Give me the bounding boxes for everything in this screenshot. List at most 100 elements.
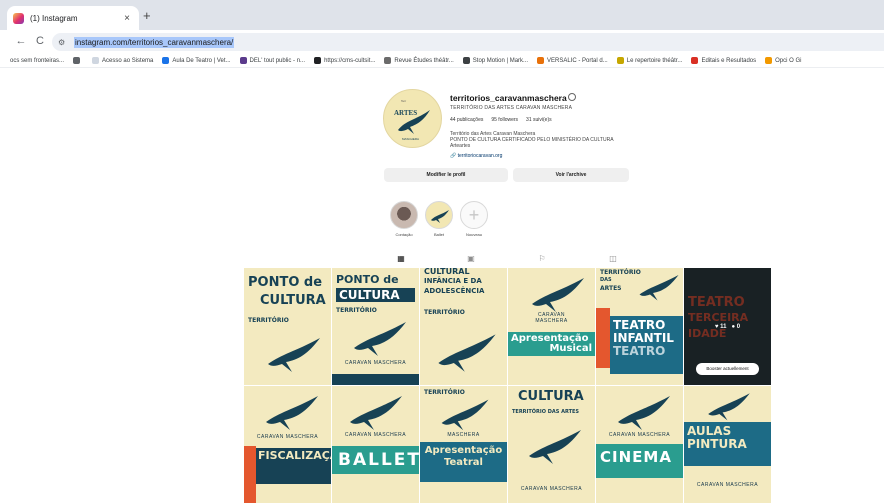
bookmark-item[interactable]: [73, 57, 83, 64]
bookmark-item[interactable]: Editais e Resultados: [691, 57, 756, 64]
reels-icon[interactable]: ▣: [466, 254, 476, 264]
posts-grid: PONTO de CULTURA TERRITÓRIO PONTO de CUL…: [244, 268, 771, 503]
post-tile-hovered[interactable]: TEATRO TERCEIRA IDADE ♥ 11 ● 0 Booster a…: [684, 268, 771, 385]
edit-profile-button[interactable]: Modifier le profil: [384, 168, 508, 182]
highlight-cover: [390, 201, 418, 229]
post-text: CULTURA: [336, 288, 415, 302]
close-tab-icon[interactable]: ×: [121, 13, 133, 24]
apps-grid-icon: [73, 57, 81, 64]
instagram-icon: [13, 12, 24, 24]
post-tile[interactable]: TERRITÓRIO DAS ARTES TEATRO INFANTIL TEA…: [596, 268, 683, 385]
post-tile[interactable]: CARAVAN MASCHERA CINEMA: [596, 386, 683, 503]
bookmark-favicon-icon: [384, 57, 392, 64]
browser-tab-instagram[interactable]: (1) Instagram ×: [7, 6, 139, 30]
profile-avatar[interactable]: Terr ARTES MASCHERA: [383, 89, 442, 148]
post-bar-text: TEATRO: [613, 344, 666, 358]
bookmark-label: https://cms-cultsit...: [324, 57, 376, 64]
post-bar: FISCALIZAÇÃO: [256, 448, 331, 484]
bookmarks-bar: ocs sem fronteiras... Acesso ao Sistema Au…: [0, 54, 884, 68]
post-text: CULTURA: [260, 293, 326, 308]
post-caption: MASCHERA: [535, 318, 568, 324]
tagged-icon[interactable]: ◫: [608, 254, 618, 264]
post-text: ADOLESCÊNCIA: [424, 287, 485, 295]
bird-icon: [350, 396, 402, 430]
bookmark-item[interactable]: VERSALIC - Portal d...: [537, 57, 608, 64]
posts-grid-icon[interactable]: ▦: [396, 254, 406, 264]
post-text: PONTO de: [248, 275, 323, 290]
bookmark-item[interactable]: Revue Études théâtr...: [384, 57, 454, 64]
post-tile[interactable]: TERRITÓRIO MASCHERA Apresentação Teatral: [420, 386, 507, 503]
bookmark-item[interactable]: Opci O Gi: [765, 57, 801, 64]
bird-icon: [266, 396, 318, 430]
bird-icon: [431, 210, 449, 223]
followers-count[interactable]: 95 followers: [491, 117, 518, 123]
view-archive-button[interactable]: Voir l'archive: [513, 168, 629, 182]
post-bar: TEATRO INFANTIL TEATRO: [610, 316, 683, 374]
highlight-label: Nouveau: [465, 232, 482, 237]
highlight-new[interactable]: + Nouveau: [459, 201, 489, 237]
highlight-ballet[interactable]: Ballet: [424, 201, 454, 237]
back-arrow-icon[interactable]: ←: [14, 35, 28, 47]
posts-count[interactable]: 44 publicações: [450, 117, 483, 123]
bookmark-item[interactable]: Le repertoire théâtr...: [616, 57, 683, 64]
post-caption: CARAVAN MASCHERA: [256, 434, 319, 440]
reload-icon[interactable]: C: [33, 35, 47, 47]
post-text: PONTO de: [336, 273, 399, 286]
bookmark-favicon-icon: [0, 57, 7, 64]
bookmark-label: Le repertoire théâtr...: [626, 57, 683, 64]
post-tile[interactable]: CARAVAN MASCHERA BALLET: [332, 386, 419, 503]
boost-button[interactable]: Booster actuellement: [696, 363, 759, 375]
post-tile[interactable]: CARAVAN MASCHERA FISCALIZAÇÃO: [244, 386, 331, 503]
bookmark-label: ocs sem fronteiras...: [10, 57, 65, 64]
bookmark-item[interactable]: Acesso ao Sistema: [92, 57, 153, 64]
bird-icon: [441, 399, 489, 431]
post-engagement: ♥ 11 ● 0: [684, 324, 771, 330]
bookmark-label: Aula De Teatro | Vet...: [172, 57, 231, 64]
svg-text:ARTES: ARTES: [394, 109, 417, 117]
saved-icon[interactable]: ⚐: [537, 254, 547, 264]
new-tab-button[interactable]: +: [143, 9, 151, 23]
post-tile[interactable]: PONTO de CULTURA TERRITÓRIO CARAVAN MASC…: [332, 268, 419, 385]
bird-icon: [639, 275, 679, 301]
post-tile[interactable]: CULTURA TERRITÓRIO DAS ARTES CARAVAN MAS…: [508, 386, 595, 503]
following-count[interactable]: 31 suivi(e)s: [526, 117, 552, 123]
post-caption: MASCHERA: [447, 432, 480, 438]
url-text[interactable]: instagram.com/territorios_caravanmascher…: [74, 36, 235, 48]
post-bar: [332, 374, 419, 385]
settings-circle-icon[interactable]: [568, 93, 576, 101]
bird-icon: [708, 393, 750, 421]
bookmark-label: Stop Motion | Mark...: [472, 57, 529, 64]
site-settings-icon[interactable]: ⚙: [58, 38, 70, 47]
post-tile[interactable]: AULAS PINTURA CARAVAN MASCHERA: [684, 386, 771, 503]
profile-link[interactable]: 🔗 territoriocaravan.org: [450, 153, 502, 159]
post-bar-text: Musical: [549, 343, 592, 354]
address-bar[interactable]: ⚙ instagram.com/territorios_caravanmasch…: [52, 33, 884, 51]
bookmark-item[interactable]: https://cms-cultsit...: [314, 57, 375, 64]
post-bar: BALLET: [332, 446, 419, 474]
highlight-contacao[interactable]: Contação: [389, 201, 419, 237]
profile-bio: Território das Artes Caravan Maschera PO…: [450, 131, 614, 149]
bookmark-favicon-icon: [239, 57, 247, 64]
post-tile[interactable]: CULTURAL INFÂNCIA E DA ADOLESCÊNCIA TERR…: [420, 268, 507, 385]
profile-username: territorios_caravanmaschera: [450, 93, 567, 103]
bird-icon: [354, 322, 406, 356]
browser-toolbar: ← C ⚙ instagram.com/territorios_caravanm…: [0, 30, 884, 54]
bookmark-favicon-icon: [162, 57, 170, 64]
post-bar-text: PINTURA: [687, 437, 747, 451]
post-bar: CINEMA: [596, 444, 683, 478]
bookmark-item[interactable]: ocs sem fronteiras...: [0, 57, 64, 64]
bookmark-label: Acesso ao Sistema: [102, 57, 154, 64]
post-text: TERRITÓRIO DAS ARTES: [512, 409, 580, 415]
post-tile[interactable]: CARAVAN MASCHERA Apresentação Musical: [508, 268, 595, 385]
post-text: TERRITÓRIO: [424, 309, 465, 316]
bird-icon: [268, 338, 320, 372]
bookmark-favicon-icon: [616, 57, 624, 64]
comment-icon: ● 0: [731, 324, 741, 330]
bookmark-item[interactable]: Stop Motion | Mark...: [462, 57, 529, 64]
post-tile[interactable]: PONTO de CULTURA TERRITÓRIO: [244, 268, 331, 385]
bookmark-item[interactable]: Aula De Teatro | Vet...: [162, 57, 231, 64]
bird-icon: [618, 396, 670, 430]
heart-icon: ♥ 11: [714, 324, 727, 330]
bookmark-item[interactable]: DEL' tout public - n...: [239, 57, 305, 64]
post-bar: AULAS PINTURA: [684, 422, 771, 466]
